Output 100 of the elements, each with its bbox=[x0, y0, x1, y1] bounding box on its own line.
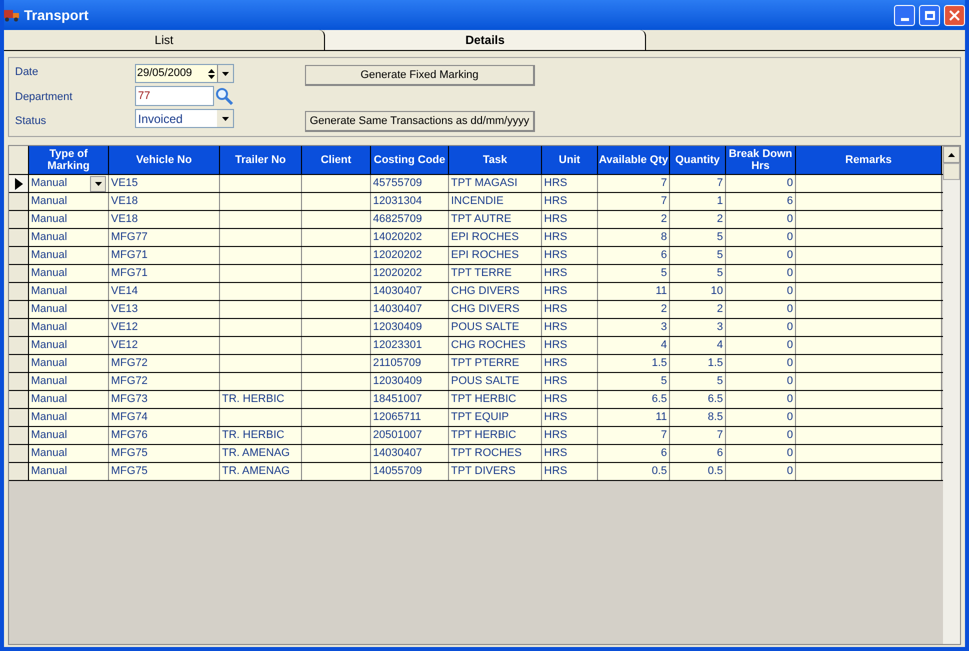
table-cell: 2 bbox=[598, 211, 670, 228]
row-header[interactable] bbox=[9, 319, 29, 336]
table-cell: EPI ROCHES bbox=[449, 247, 542, 264]
table-cell: 0 bbox=[726, 337, 796, 354]
field-label: Status bbox=[15, 114, 48, 129]
table-cell: 0.5 bbox=[598, 463, 670, 480]
table-cell: HRS bbox=[542, 229, 598, 246]
search-icon[interactable] bbox=[214, 86, 234, 106]
action-button[interactable]: Generate Same Transactions as dd/mm/yyyy bbox=[305, 111, 535, 132]
table-cell: Manual bbox=[29, 445, 109, 462]
table-cell: TPT HERBIC bbox=[449, 391, 542, 408]
table-cell: 6 bbox=[726, 193, 796, 210]
table-cell: MFG75 bbox=[109, 463, 220, 480]
row-header[interactable] bbox=[9, 301, 29, 318]
vertical-scrollbar[interactable] bbox=[943, 146, 960, 644]
row-header[interactable] bbox=[9, 283, 29, 300]
table-cell: 14055709 bbox=[371, 463, 449, 480]
department-field[interactable]: 77 bbox=[135, 86, 214, 106]
table-cell: Manual bbox=[29, 409, 109, 426]
table-cell: Manual bbox=[29, 265, 109, 282]
table-cell: 3 bbox=[598, 319, 670, 336]
window-title: Transport bbox=[24, 6, 90, 25]
table-cell: 0 bbox=[726, 211, 796, 228]
table-cell: CHG DIVERS bbox=[449, 283, 542, 300]
table-cell: 14030407 bbox=[371, 283, 449, 300]
table-cell: 46825709 bbox=[371, 211, 449, 228]
row-header[interactable] bbox=[9, 373, 29, 390]
row-header[interactable] bbox=[9, 391, 29, 408]
table-cell: VE14 bbox=[109, 283, 220, 300]
table-cell: HRS bbox=[542, 301, 598, 318]
table-cell: 0 bbox=[726, 373, 796, 390]
scrollbar-thumb[interactable] bbox=[943, 163, 960, 180]
table-cell: Manual bbox=[29, 193, 109, 210]
row-header[interactable] bbox=[9, 463, 29, 480]
maximize-button[interactable] bbox=[919, 4, 940, 26]
row-header[interactable] bbox=[9, 409, 29, 426]
row-header[interactable] bbox=[9, 445, 29, 462]
table-cell: HRS bbox=[542, 175, 598, 192]
table-cell: CHG DIVERS bbox=[449, 301, 542, 318]
table-cell: HRS bbox=[542, 193, 598, 210]
table-cell: TR. HERBIC bbox=[220, 391, 302, 408]
row-header[interactable] bbox=[9, 211, 29, 228]
table-cell bbox=[302, 229, 371, 246]
table-cell: 2 bbox=[598, 301, 670, 318]
table-cell: 11 bbox=[598, 283, 670, 300]
table-cell: 0 bbox=[726, 319, 796, 336]
table-cell: 12030409 bbox=[371, 373, 449, 390]
table-cell: Manual bbox=[29, 211, 109, 228]
table-cell: 14030407 bbox=[371, 301, 449, 318]
table-cell: Manual bbox=[29, 373, 109, 390]
table-cell: Manual bbox=[29, 301, 109, 318]
row-header[interactable] bbox=[9, 337, 29, 354]
table-cell: HRS bbox=[542, 319, 598, 336]
row-header[interactable] bbox=[9, 175, 29, 192]
table-cell: 5 bbox=[598, 265, 670, 282]
table-cell: Manual bbox=[29, 229, 109, 246]
row-header[interactable] bbox=[9, 265, 29, 282]
minimize-button[interactable] bbox=[894, 4, 915, 26]
table-cell: HRS bbox=[542, 373, 598, 390]
table-cell: 5 bbox=[670, 247, 726, 264]
action-button[interactable]: Generate Fixed Marking bbox=[305, 65, 535, 86]
table-cell: HRS bbox=[542, 283, 598, 300]
table-cell: 4 bbox=[598, 337, 670, 354]
column-header: Trailer No bbox=[220, 146, 302, 174]
table-cell: HRS bbox=[542, 265, 598, 282]
row-header[interactable] bbox=[9, 427, 29, 444]
table-cell: Manual bbox=[29, 463, 109, 480]
table-cell: HRS bbox=[542, 463, 598, 480]
table-cell: 5 bbox=[598, 373, 670, 390]
close-icon bbox=[949, 10, 960, 20]
tab[interactable]: Details bbox=[325, 30, 646, 50]
row-header[interactable] bbox=[9, 229, 29, 246]
table-cell: TPT PTERRE bbox=[449, 355, 542, 372]
table-cell: 0 bbox=[726, 391, 796, 408]
table-cell bbox=[302, 445, 371, 462]
table-cell: HRS bbox=[542, 355, 598, 372]
table-cell: Manual bbox=[29, 391, 109, 408]
table-cell: HRS bbox=[542, 211, 598, 228]
table-cell: 12031304 bbox=[371, 193, 449, 210]
table-cell: 12023301 bbox=[371, 337, 449, 354]
table-cell: VE18 bbox=[109, 193, 220, 210]
table-cell: TPT TERRE bbox=[449, 265, 542, 282]
table-cell: 12065711 bbox=[371, 409, 449, 426]
table-cell: 0 bbox=[726, 301, 796, 318]
row-header[interactable] bbox=[9, 355, 29, 372]
close-button[interactable] bbox=[944, 4, 965, 26]
up-arrow-icon bbox=[208, 68, 215, 72]
date-picker[interactable]: 29/05/2009 bbox=[135, 64, 234, 83]
table-cell: MFG71 bbox=[109, 247, 220, 264]
table-cell: 6.5 bbox=[670, 391, 726, 408]
status-dropdown[interactable]: Invoiced bbox=[135, 109, 234, 128]
table-cell: VE15 bbox=[109, 175, 220, 192]
up-arrow-icon bbox=[948, 152, 955, 156]
field-label: Date bbox=[15, 65, 40, 80]
column-header: Type of Marking bbox=[29, 146, 109, 174]
table-cell: TR. HERBIC bbox=[220, 427, 302, 444]
table-cell: VE12 bbox=[109, 337, 220, 354]
row-header[interactable] bbox=[9, 247, 29, 264]
row-header[interactable] bbox=[9, 193, 29, 210]
table-cell: 0 bbox=[726, 229, 796, 246]
